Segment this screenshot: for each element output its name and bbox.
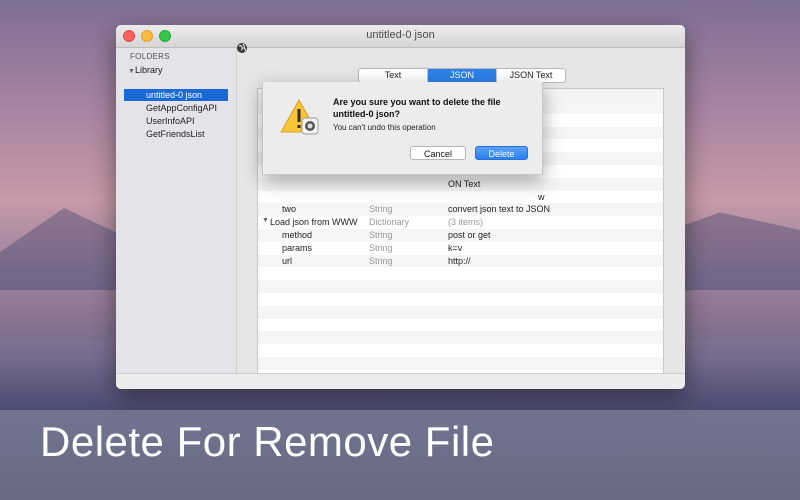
delete-button[interactable]: Delete <box>475 146 528 160</box>
row-type: String <box>369 255 393 266</box>
window-title: untitled-0 json <box>366 29 435 41</box>
row-type: String <box>369 204 393 215</box>
table-row[interactable]: ON Text <box>258 177 663 191</box>
row-value: http:// <box>448 255 471 266</box>
sidebar: FOLDERS ▼Library untitled-0 json GetAppC… <box>116 48 237 373</box>
warning-icon <box>280 98 319 135</box>
cancel-button[interactable]: Cancel <box>410 146 466 160</box>
bottom-bar <box>116 373 685 389</box>
globe-icon[interactable] <box>236 42 248 54</box>
disclosure-triangle-icon[interactable]: ▼ <box>128 68 135 75</box>
title-bar: untitled-0 json <box>116 25 685 48</box>
tab-json-text[interactable]: JSON Text <box>497 69 565 82</box>
sidebar-item-getfriendslist[interactable]: GetFriendsList <box>124 128 228 140</box>
row-type: String <box>369 242 393 253</box>
table-row[interactable]: w <box>258 191 663 204</box>
sidebar-item-untitled-0-json[interactable]: untitled-0 json <box>124 89 228 101</box>
table-row[interactable]: url String http:// <box>258 254 663 268</box>
row-value: k=v <box>448 242 463 253</box>
table-row[interactable]: params String k=v <box>258 242 663 255</box>
dialog-message: You can't undo this operation <box>333 123 436 132</box>
row-value: post or get <box>448 229 491 240</box>
disclosure-triangle-icon[interactable]: ▼ <box>262 217 269 224</box>
promo-banner: Delete For Remove File <box>0 410 800 500</box>
row-value: (3 items) <box>448 217 484 228</box>
row-key: method <box>282 229 313 240</box>
row-type: Dictionary <box>369 217 410 228</box>
dialog-title: Are you sure you want to delete the file… <box>333 97 501 119</box>
banner-caption: Delete For Remove File <box>40 418 495 465</box>
row-key: url <box>282 255 293 266</box>
partial-value-2: w <box>538 191 545 202</box>
table-row[interactable]: method String post or get <box>258 228 663 242</box>
sidebar-library-label: Library <box>134 65 163 75</box>
sidebar-header: FOLDERS <box>130 52 170 61</box>
row-type: String <box>369 229 393 240</box>
tab-json[interactable]: JSON <box>428 69 497 82</box>
row-value: convert json text to JSON <box>448 204 551 215</box>
table-row[interactable]: ▼ Load json from WWW Dictionary (3 items… <box>258 216 663 229</box>
view-mode-segmented-control: Text JSON JSON Text <box>358 68 566 83</box>
partial-value-1: ON Text <box>448 178 481 189</box>
sidebar-item-getappconfigapi[interactable]: GetAppConfigAPI <box>124 102 228 114</box>
tab-text[interactable]: Text <box>359 69 428 82</box>
row-key: two <box>282 204 297 215</box>
app-window: untitled-0 json FOLDERS ▼Library untitle… <box>116 25 685 389</box>
sidebar-item-userinfoapi[interactable]: UserInfoAPI <box>124 115 228 127</box>
row-key: params <box>282 242 313 253</box>
sidebar-library-folder[interactable]: ▼Library <box>128 65 162 75</box>
row-key: Load json from WWW <box>270 217 358 228</box>
table-row[interactable]: two String convert json text to JSON <box>258 203 663 217</box>
delete-confirmation-dialog: Are you sure you want to delete the file… <box>262 82 543 175</box>
